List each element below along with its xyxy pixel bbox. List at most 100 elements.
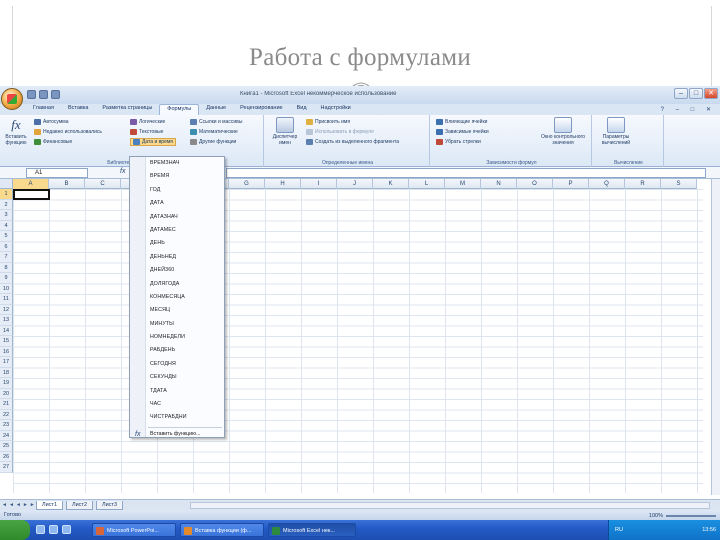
minimize-button[interactable]: – [674,88,688,99]
save-icon[interactable] [27,90,36,99]
desktop-icon[interactable] [49,525,58,534]
column-header[interactable]: N [481,179,517,189]
recent-button[interactable]: Недавно использовались [34,128,102,136]
row-header[interactable]: 27 [0,462,13,473]
media-icon[interactable] [62,525,71,534]
column-header[interactable]: S [661,179,697,189]
row-header[interactable]: 14 [0,325,13,336]
more-functions-button[interactable]: Другие функции [190,138,236,146]
tab-addins[interactable]: Надстройки [314,104,358,115]
logical-button[interactable]: Логические [130,118,165,126]
start-button[interactable] [0,520,30,540]
zoom-slider[interactable] [666,515,716,517]
formula-input[interactable] [226,168,706,178]
row-header[interactable]: 21 [0,399,13,410]
row-header[interactable]: 17 [0,357,13,368]
column-header[interactable]: Q [589,179,625,189]
column-header[interactable]: P [553,179,589,189]
create-from-selection-button[interactable]: Создать из выделенного фрагмента [306,138,399,146]
calc-options-button[interactable]: Параметры вычислений [598,117,634,146]
trace-precedents-button[interactable]: Влияющие ячейки [436,118,487,126]
undo-icon[interactable] [39,90,48,99]
row-header[interactable]: 2 [0,199,13,210]
column-header[interactable]: L [409,179,445,189]
column-header[interactable]: O [517,179,553,189]
text-button[interactable]: Текстовые [130,128,163,136]
office-button[interactable] [1,88,23,110]
trace-dependents-button[interactable]: Зависимые ячейки [436,128,489,136]
row-header[interactable]: 6 [0,241,13,252]
column-header[interactable]: H [265,179,301,189]
tab-home[interactable]: Главная [26,104,61,115]
sheet-tab-3[interactable]: Лист3 [96,501,124,510]
name-manager-button[interactable]: Диспетчер имен [270,117,300,146]
row-header[interactable]: 16 [0,346,13,357]
autosum-button[interactable]: Автосумма [34,118,69,126]
name-box[interactable]: A1 [26,168,88,178]
column-header[interactable]: A [13,179,49,189]
financial-button[interactable]: Финансовые [34,138,72,146]
column-header[interactable]: B [49,179,85,189]
sheet-tab-1[interactable]: Лист1 [36,501,64,510]
row-header[interactable]: 11 [0,294,13,305]
row-header[interactable]: 7 [0,252,13,263]
row-header[interactable]: 1 [0,189,13,200]
taskbar-excel[interactable]: Microsoft Excel нек... [268,523,356,537]
maximize-button[interactable]: □ [689,88,703,99]
language-indicator[interactable]: RU [615,527,623,533]
remove-arrows-button[interactable]: Убрать стрелки [436,138,481,146]
row-header[interactable]: 24 [0,430,13,441]
row-header[interactable]: 22 [0,409,13,420]
close-button[interactable]: ✕ [704,88,718,99]
row-header[interactable]: 4 [0,220,13,231]
taskbar-insert-function[interactable]: Вставка функции (ф... [180,523,264,537]
watch-window-button[interactable]: Окно контрольного значения [538,117,588,146]
tab-page-layout[interactable]: Разметка страницы [95,104,159,115]
tab-formulas[interactable]: Формулы [159,104,200,115]
math-button[interactable]: Математические [190,128,238,136]
row-header[interactable]: 10 [0,283,13,294]
row-header[interactable]: 13 [0,315,13,326]
insert-function-button[interactable]: fx Вставить функцию [3,117,29,146]
lookup-button[interactable]: Ссылки и массивы [190,118,242,126]
column-header[interactable]: R [625,179,661,189]
formula-fx-icon[interactable]: fx [120,168,125,175]
horizontal-scrollbar[interactable] [190,502,710,509]
tab-insert[interactable]: Вставка [61,104,95,115]
row-header[interactable]: 23 [0,420,13,431]
row-header[interactable]: 12 [0,304,13,315]
column-header[interactable]: J [337,179,373,189]
row-header[interactable]: 20 [0,388,13,399]
row-header[interactable]: 19 [0,378,13,389]
column-header[interactable]: G [229,179,265,189]
column-header[interactable]: K [373,179,409,189]
tab-review[interactable]: Рецензирование [233,104,289,115]
column-header[interactable]: C [85,179,121,189]
tab-data[interactable]: Данные [199,104,233,115]
row-header[interactable]: 8 [0,262,13,273]
menu-insert-function[interactable]: fx Вставить функцию... [130,428,224,440]
row-header[interactable]: 26 [0,451,13,462]
row-header[interactable]: 25 [0,441,13,452]
row-header[interactable]: 15 [0,336,13,347]
taskbar-powerpoint[interactable]: Microsoft PowerPoi... [92,523,176,537]
ie-icon[interactable] [36,525,45,534]
tab-view[interactable]: Вид [290,104,314,115]
row-header[interactable]: 9 [0,273,13,284]
select-all-corner[interactable] [0,179,13,189]
row-header[interactable]: 5 [0,231,13,242]
column-header[interactable]: I [301,179,337,189]
text-icon [130,129,137,135]
sheet-tab-2[interactable]: Лист2 [66,501,94,510]
help-icon[interactable]: ? – □ ✕ [661,106,716,113]
use-in-formula-button[interactable]: Использовать в формуле [306,128,374,136]
assign-name-button[interactable]: Присвоить имя [306,118,350,126]
redo-icon[interactable] [51,90,60,99]
column-header[interactable]: M [445,179,481,189]
active-cell[interactable] [13,189,50,200]
vertical-scrollbar[interactable] [711,179,720,495]
row-header[interactable]: 3 [0,210,13,221]
datetime-button[interactable]: Дата и время [130,138,177,146]
cell-grid[interactable] [13,189,703,493]
row-header[interactable]: 18 [0,367,13,378]
